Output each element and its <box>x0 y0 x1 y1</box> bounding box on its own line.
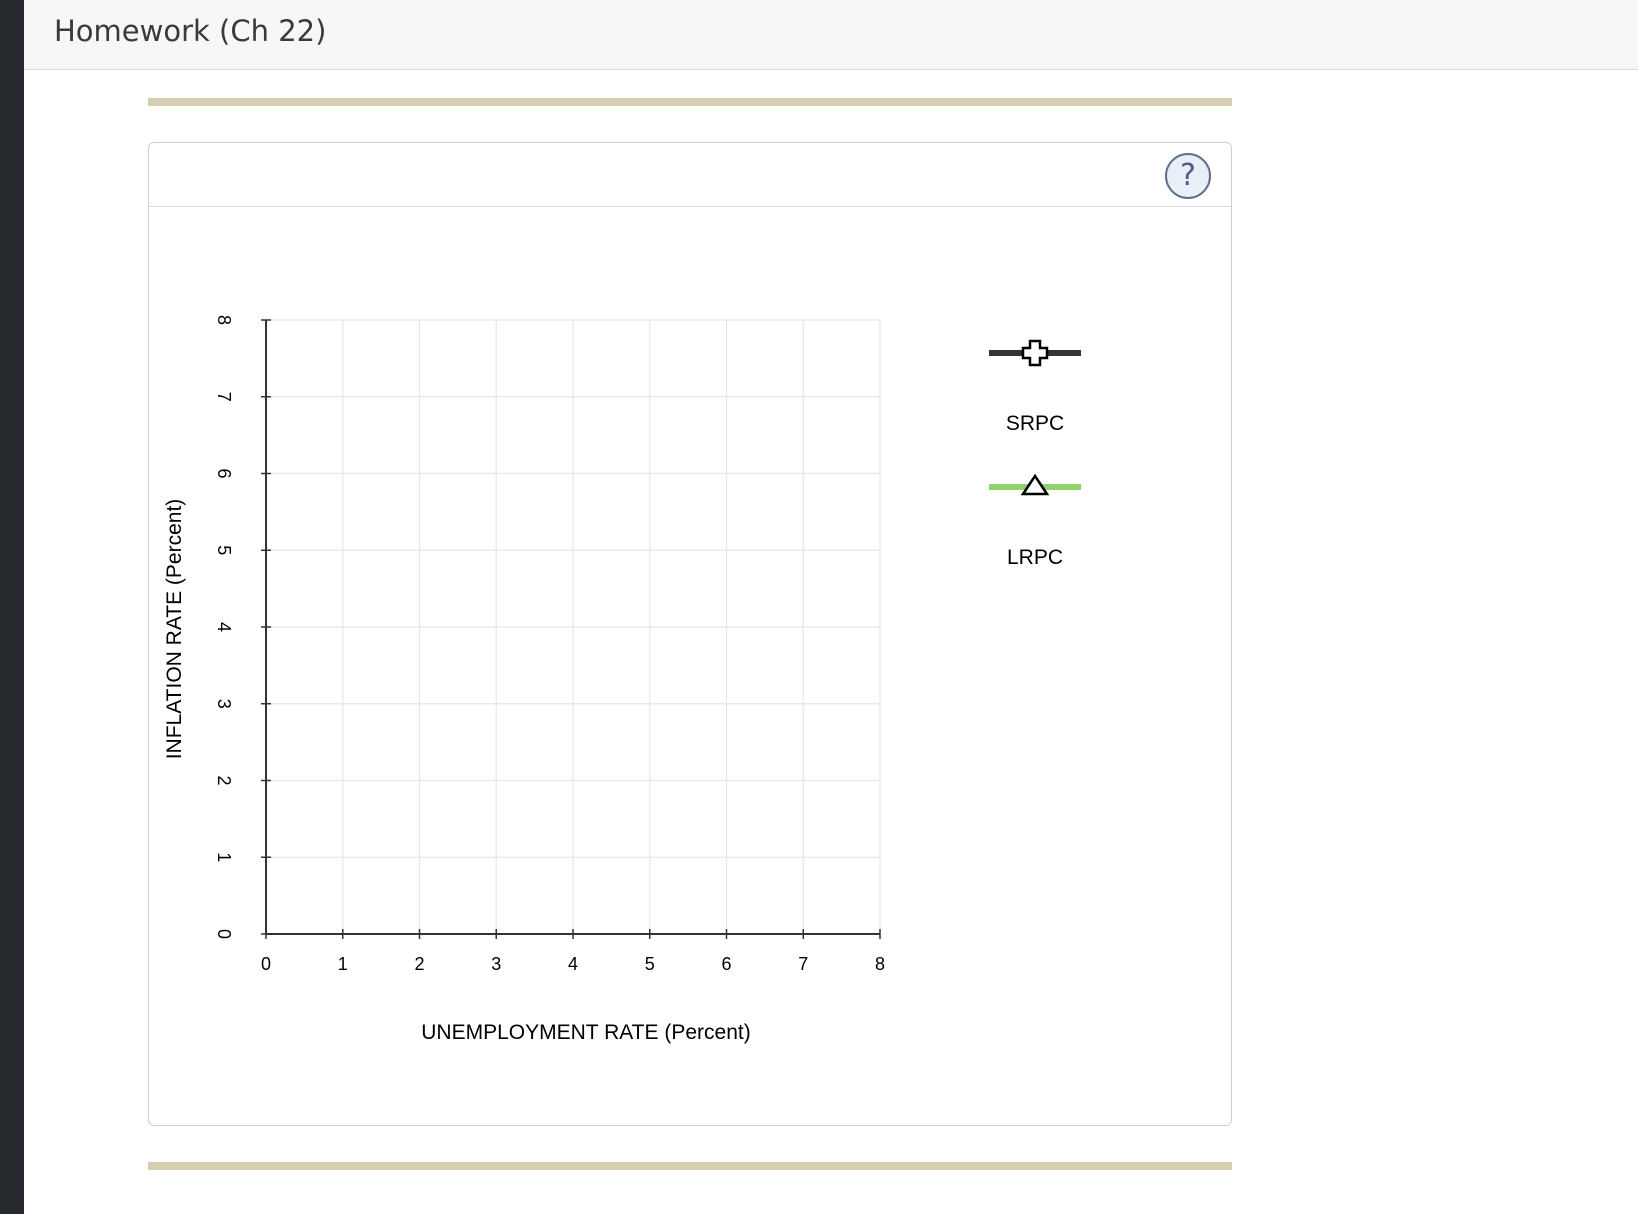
y-tick-label: 0 <box>214 929 234 939</box>
y-tick-label: 4 <box>214 622 234 632</box>
x-tick-label: 5 <box>645 954 655 974</box>
plus-icon <box>1021 339 1049 367</box>
axes <box>261 319 881 939</box>
y-tick-label: 6 <box>214 468 234 478</box>
y-tick-label: 7 <box>214 392 234 402</box>
legend-label-lrpc: LRPC <box>1007 546 1063 569</box>
top-divider <box>148 98 1232 106</box>
y-tick-label: 3 <box>214 699 234 709</box>
header-bar: Homework (Ch 22) <box>24 0 1638 70</box>
y-tick-label: 2 <box>214 775 234 785</box>
y-tick-label: 8 <box>214 315 234 325</box>
x-axis-title: UNEMPLOYMENT RATE (Percent) <box>421 1021 750 1044</box>
y-axis-title: INFLATION RATE (Percent) <box>163 499 186 760</box>
page-title: Homework (Ch 22) <box>54 14 327 48</box>
legend-lrpc-tool[interactable]: LRPC <box>989 473 1081 569</box>
x-tick-label: 7 <box>798 954 808 974</box>
x-tick-labels: 0 1 2 3 4 5 6 7 8 <box>261 954 885 974</box>
x-tick-label: 1 <box>338 954 348 974</box>
grid <box>266 319 881 934</box>
x-tick-label: 2 <box>414 954 424 974</box>
graph-panel: ? 012345678 012345678 UNEMPLOYMENT RATE … <box>148 142 1232 1126</box>
x-tick-label: 0 <box>261 954 271 974</box>
legend-label-srpc: SRPC <box>1006 412 1064 435</box>
phillips-curve-chart[interactable]: 0 1 2 3 4 5 6 7 8 0 1 2 3 4 5 6 7 8 UNEMPLOYMENT RATE (P… <box>149 143 1230 1124</box>
x-tick-label: 8 <box>875 954 885 974</box>
x-tick-label: 4 <box>568 954 578 974</box>
x-tick-label: 3 <box>491 954 501 974</box>
bottom-divider <box>148 1162 1232 1170</box>
y-tick-labels: 0 1 2 3 4 5 6 7 8 <box>214 315 234 939</box>
y-tick-label: 5 <box>214 545 234 555</box>
x-tick-label: 6 <box>721 954 731 974</box>
legend-srpc-tool[interactable]: SRPC <box>989 339 1081 435</box>
left-rail <box>0 0 24 1214</box>
y-tick-label: 1 <box>214 852 234 862</box>
